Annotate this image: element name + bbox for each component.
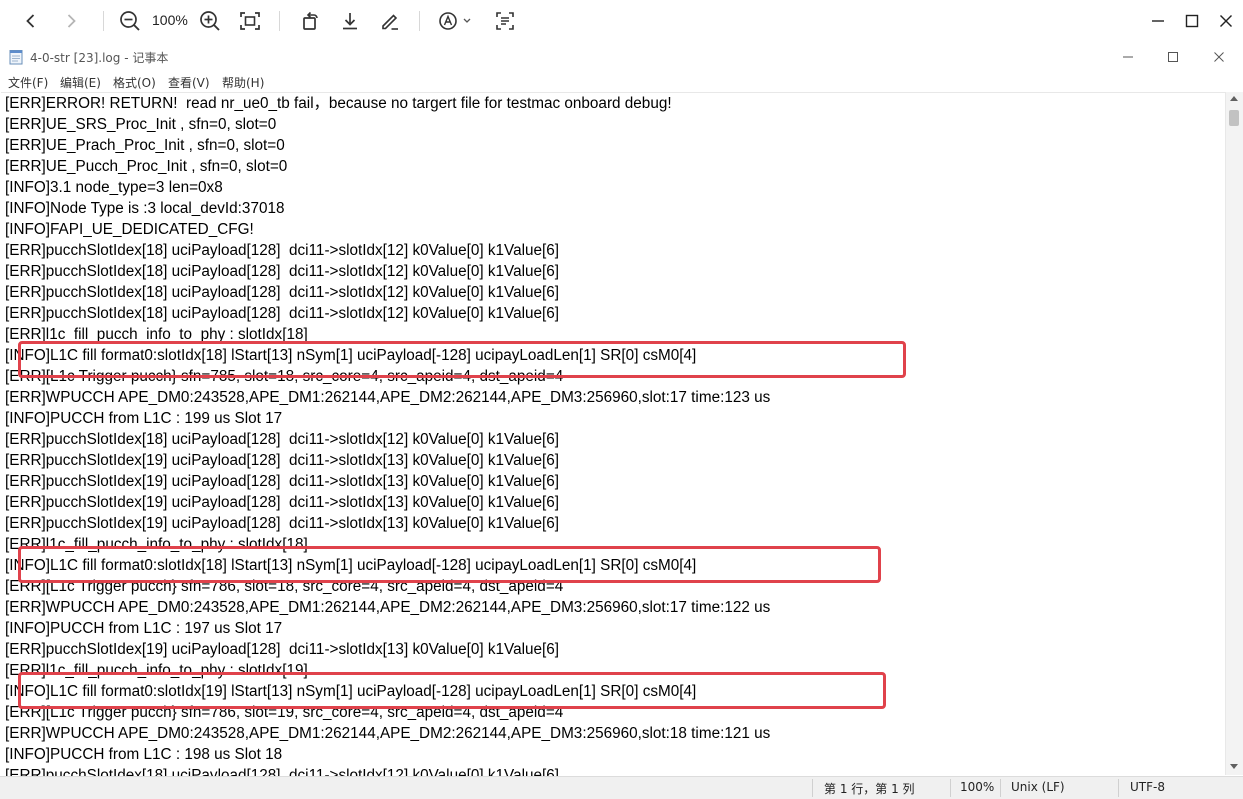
status-separator bbox=[1118, 779, 1119, 797]
menu-format[interactable]: 格式(O) bbox=[113, 74, 156, 91]
log-line: [ERR]WPUCCH APE_DM0:243528,APE_DM1:26214… bbox=[5, 725, 771, 742]
log-line: [ERR]pucchSlotIdex[19] uciPayload[128] d… bbox=[5, 473, 559, 490]
notepad-maximize-icon[interactable] bbox=[1153, 46, 1193, 68]
log-line: [ERR]UE_Prach_Proc_Init , sfn=0, slot=0 bbox=[5, 137, 285, 154]
ocr-icon[interactable] bbox=[491, 6, 519, 36]
log-line: [INFO]PUCCH from L1C : 198 us Slot 18 bbox=[5, 746, 283, 763]
status-bar: 第 1 行，第 1 列 100% Unix (LF) UTF-8 bbox=[0, 776, 1243, 799]
log-line: [ERR]WPUCCH APE_DM0:243528,APE_DM1:26214… bbox=[5, 599, 771, 616]
log-line: [ERR]UE_Pucch_Proc_Init , sfn=0, slot=0 bbox=[5, 158, 288, 175]
log-line: [ERR]WPUCCH APE_DM0:243528,APE_DM1:26214… bbox=[5, 389, 771, 406]
rotate-icon[interactable] bbox=[296, 6, 324, 36]
log-line: [ERR]pucchSlotIdex[19] uciPayload[128] d… bbox=[5, 515, 559, 532]
viewer-toolbar: 100% bbox=[0, 0, 1243, 43]
log-line: [ERR]l1c_fill_pucch_info_to_phy : slotId… bbox=[5, 536, 308, 553]
menu-help[interactable]: 帮助(H) bbox=[222, 74, 264, 91]
toolbar-separator bbox=[279, 11, 280, 31]
vertical-scrollbar[interactable] bbox=[1225, 92, 1243, 775]
download-icon[interactable] bbox=[336, 6, 364, 36]
log-line: [ERR]pucchSlotIdex[18] uciPayload[128] d… bbox=[5, 242, 559, 259]
log-line: [ERR]pucchSlotIdex[19] uciPayload[128] d… bbox=[5, 641, 559, 658]
cursor-position: 第 1 行，第 1 列 bbox=[824, 782, 915, 796]
log-line: [ERR]pucchSlotIdex[18] uciPayload[128] d… bbox=[5, 263, 559, 280]
zoom-in-icon[interactable] bbox=[196, 6, 224, 36]
log-line: [ERR]pucchSlotIdex[18] uciPayload[128] d… bbox=[5, 431, 559, 448]
log-line: [ERR]pucchSlotIdex[19] uciPayload[128] d… bbox=[5, 452, 559, 469]
log-line: [INFO]3.1 node_type=3 len=0x8 bbox=[5, 179, 223, 196]
log-line: [ERR][L1c Trigger pucch} sfn=786, slot=1… bbox=[5, 704, 564, 721]
scroll-thumb[interactable] bbox=[1229, 110, 1239, 126]
log-line: [INFO]PUCCH from L1C : 199 us Slot 17 bbox=[5, 410, 283, 427]
text-recognition-icon[interactable] bbox=[436, 6, 476, 36]
status-separator bbox=[950, 779, 951, 797]
status-zoom: 100% bbox=[960, 780, 995, 794]
text-editor[interactable]: [ERR]ERROR! RETURN! read nr_ue0_tb fail，… bbox=[1, 92, 1225, 776]
zoom-out-icon[interactable] bbox=[116, 6, 144, 36]
status-separator bbox=[1000, 779, 1001, 797]
encoding: UTF-8 bbox=[1130, 780, 1165, 794]
viewer-minimize-icon[interactable] bbox=[1144, 6, 1172, 36]
log-line: [ERR]l1c_fill_pucch_info_to_phy : slotId… bbox=[5, 662, 308, 679]
forward-icon[interactable] bbox=[58, 6, 84, 36]
zoom-level[interactable]: 100% bbox=[152, 12, 188, 28]
fit-screen-icon[interactable] bbox=[236, 6, 264, 36]
log-line: [INFO]L1C fill format0:slotIdx[19] lStar… bbox=[5, 683, 697, 700]
log-line: [INFO]Node Type is :3 local_devId:37018 bbox=[5, 200, 285, 217]
viewer-maximize-icon[interactable] bbox=[1178, 6, 1206, 36]
log-line: [ERR]ERROR! RETURN! read nr_ue0_tb fail，… bbox=[5, 95, 672, 112]
log-line: [ERR]UE_SRS_Proc_Init , sfn=0, slot=0 bbox=[5, 116, 277, 133]
notepad-minimize-icon[interactable] bbox=[1108, 46, 1148, 68]
log-line: [ERR][L1c Trigger pucch} sfn=786, slot=1… bbox=[5, 578, 564, 595]
notepad-title-bar: 4-0-str [23].log - 记事本 bbox=[0, 42, 1243, 72]
toolbar-separator bbox=[103, 11, 104, 31]
log-line: [INFO]L1C fill format0:slotIdx[18] lStar… bbox=[5, 347, 697, 364]
notepad-document-icon bbox=[9, 50, 23, 65]
log-line: [ERR]pucchSlotIdex[18] uciPayload[128] d… bbox=[5, 767, 559, 776]
line-ending: Unix (LF) bbox=[1011, 780, 1065, 794]
log-line: [INFO]PUCCH from L1C : 197 us Slot 17 bbox=[5, 620, 283, 637]
log-line: [ERR]l1c_fill_pucch_info_to_phy : slotId… bbox=[5, 326, 308, 343]
menu-view[interactable]: 查看(V) bbox=[168, 74, 210, 91]
log-line: [ERR]pucchSlotIdex[19] uciPayload[128] d… bbox=[5, 494, 559, 511]
edit-icon[interactable] bbox=[376, 6, 404, 36]
notepad-close-icon[interactable] bbox=[1199, 46, 1239, 68]
log-line: [ERR]pucchSlotIdex[18] uciPayload[128] d… bbox=[5, 284, 559, 301]
menu-file[interactable]: 文件(F) bbox=[8, 74, 48, 91]
log-line: [ERR][L1c Trigger pucch} sfn=785, slot=1… bbox=[5, 368, 564, 385]
status-separator bbox=[812, 779, 813, 797]
viewer-close-icon[interactable] bbox=[1212, 6, 1240, 36]
menu-bar: 文件(F) 编辑(E) 格式(O) 查看(V) 帮助(H) bbox=[0, 72, 1243, 92]
log-line: [INFO]FAPI_UE_DEDICATED_CFG! bbox=[5, 221, 254, 238]
log-line: [ERR]pucchSlotIdex[18] uciPayload[128] d… bbox=[5, 305, 559, 322]
scroll-up-icon[interactable] bbox=[1230, 96, 1238, 101]
scroll-down-icon[interactable] bbox=[1230, 764, 1238, 769]
toolbar-separator bbox=[419, 11, 420, 31]
menu-edit[interactable]: 编辑(E) bbox=[60, 74, 101, 91]
log-line: [INFO]L1C fill format0:slotIdx[18] lStar… bbox=[5, 557, 697, 574]
window-title: 4-0-str [23].log - 记事本 bbox=[30, 51, 169, 65]
back-icon[interactable] bbox=[18, 6, 44, 36]
